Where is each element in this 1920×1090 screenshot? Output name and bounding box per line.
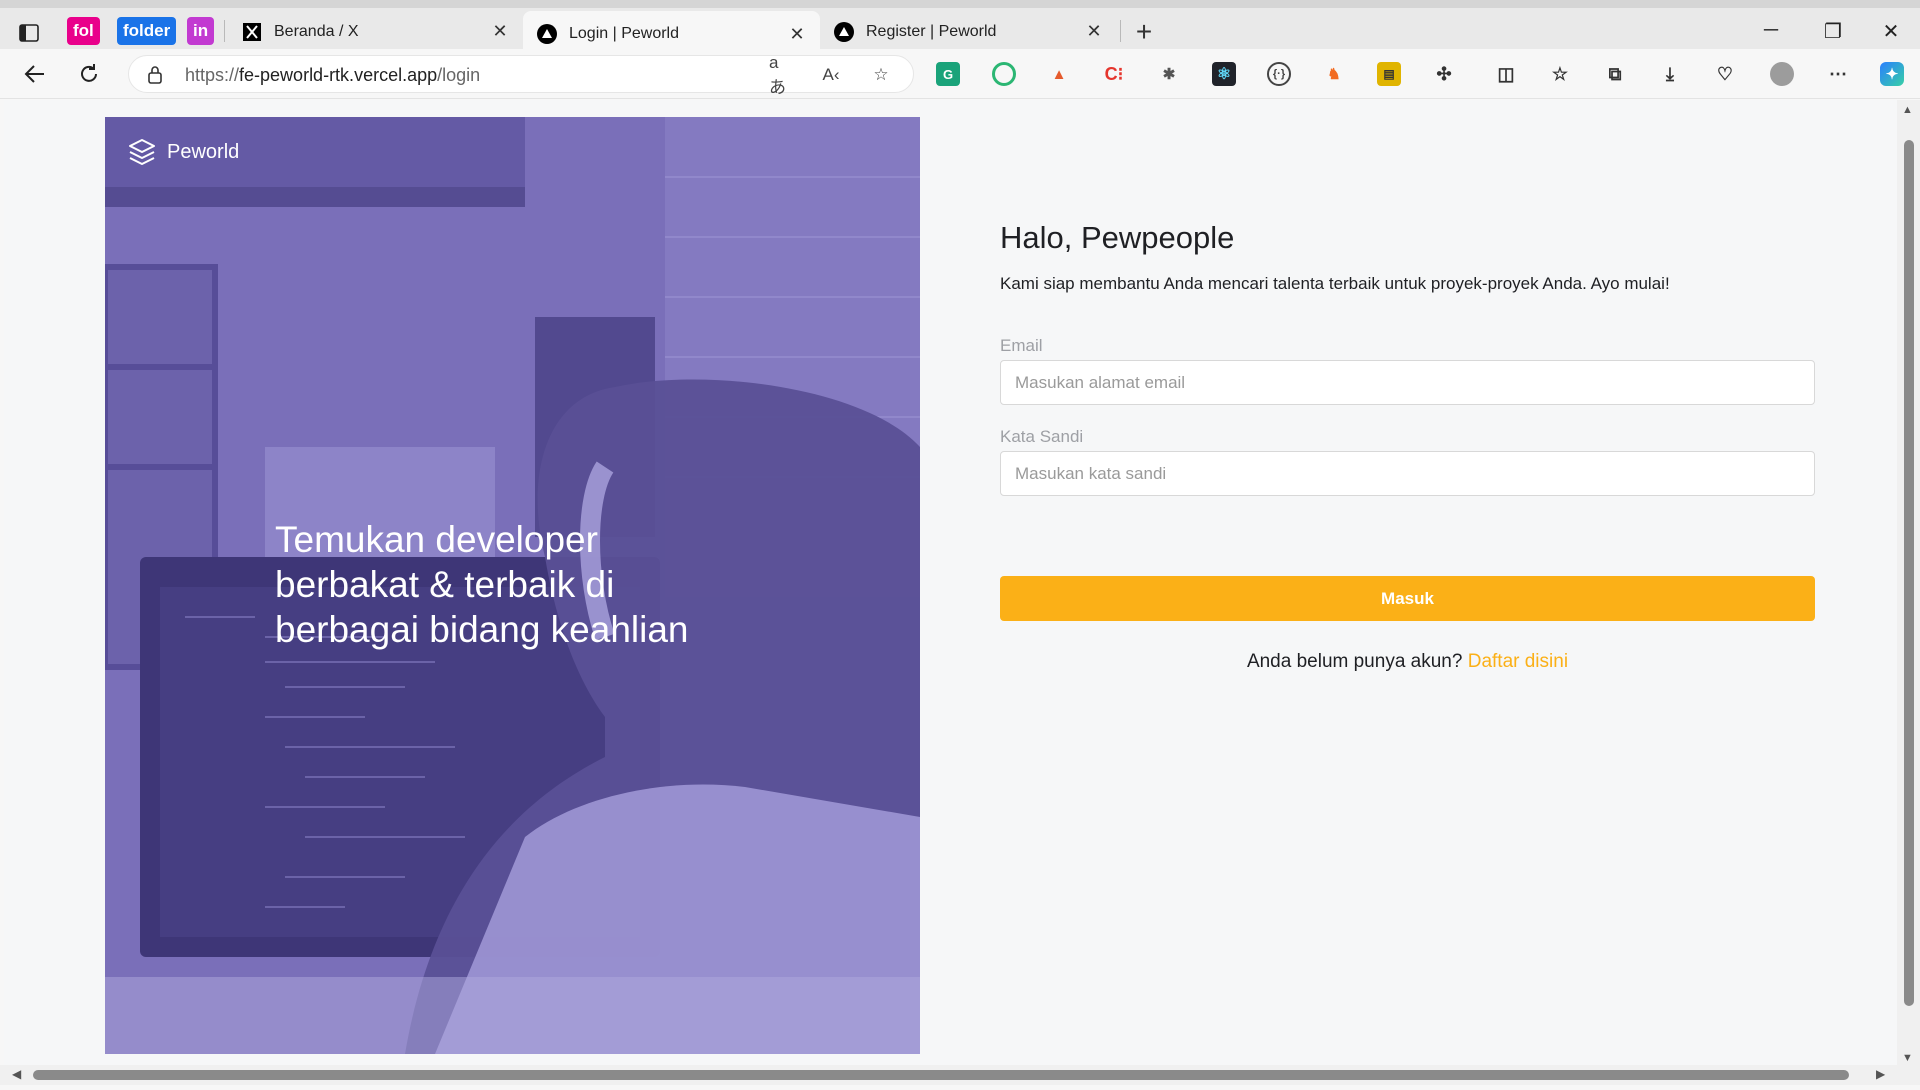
scroll-down-icon[interactable]: ▼ bbox=[1902, 1052, 1913, 1064]
favorite-star-icon[interactable]: ☆ bbox=[869, 64, 893, 86]
tab-title: Beranda / X bbox=[274, 22, 359, 40]
login-button[interactable]: Masuk bbox=[1000, 576, 1815, 621]
tab-register-peworld[interactable]: Register | Peworld ✕ bbox=[820, 11, 1117, 52]
extension-c-icon[interactable]: C⁝ bbox=[1102, 62, 1126, 86]
horizontal-scroll-thumb[interactable] bbox=[33, 1070, 1849, 1080]
register-prompt-text: Anda belum punya akun? bbox=[1246, 651, 1463, 672]
hero-tagline: Temukan developer berbakat & terbaik di … bbox=[275, 519, 689, 650]
profile-avatar[interactable] bbox=[1770, 62, 1794, 86]
read-aloud-icon[interactable]: A‹ bbox=[819, 64, 843, 86]
extension-triangle-icon[interactable]: ▲ bbox=[1047, 62, 1071, 86]
more-menu-icon[interactable]: ⋯ bbox=[1826, 62, 1850, 86]
downloads-icon[interactable]: ⤓ bbox=[1658, 62, 1682, 86]
vercel-icon bbox=[537, 24, 557, 44]
url-prefix: https:// bbox=[185, 65, 240, 85]
pinned-tab-in[interactable]: in bbox=[187, 17, 215, 45]
extension-code-icon[interactable]: {·} bbox=[1267, 62, 1291, 86]
page-viewport: Peworld Temukan developer berbakat & ter… bbox=[4, 100, 1897, 1072]
close-tab-icon[interactable]: ✕ bbox=[788, 24, 806, 45]
lock-icon bbox=[147, 65, 163, 90]
horizontal-scrollbar[interactable]: ◀ ▶ bbox=[0, 1065, 1920, 1085]
tab-divider bbox=[1120, 20, 1121, 42]
scroll-right-icon[interactable]: ▶ bbox=[1876, 1067, 1885, 1081]
browser-window: fol folder in Beranda / X ✕ Login | Pewo… bbox=[0, 0, 1920, 1090]
back-button[interactable] bbox=[18, 59, 52, 89]
extension-grammarly-icon[interactable]: G bbox=[936, 62, 960, 86]
url-text[interactable]: https://fe-peworld-rtk.vercel.app/login bbox=[185, 65, 480, 86]
login-form: Halo, Pewpeople Kami siap membantu Anda … bbox=[1000, 220, 1815, 673]
tab-strip: fol folder in Beranda / X ✕ Login | Pewo… bbox=[0, 0, 1920, 57]
register-prompt: Anda belum punya akun? Daftar disini bbox=[1000, 651, 1815, 673]
close-window-icon[interactable]: ✕ bbox=[1868, 19, 1914, 44]
layers-icon bbox=[129, 139, 155, 165]
url-path: /login bbox=[437, 65, 481, 85]
scroll-left-icon[interactable]: ◀ bbox=[12, 1067, 21, 1081]
extension-fox-icon[interactable]: ♞ bbox=[1322, 62, 1346, 86]
address-bar[interactable]: https://fe-peworld-rtk.vercel.app/login … bbox=[128, 53, 914, 97]
tab-title: Login | Peworld bbox=[569, 25, 679, 42]
tab-divider bbox=[224, 20, 225, 42]
password-input[interactable] bbox=[1000, 451, 1815, 496]
collections-icon[interactable]: ⧉ bbox=[1603, 62, 1627, 86]
pinned-tab-fol[interactable]: fol bbox=[67, 17, 100, 45]
browser-essentials-icon[interactable]: ♡ bbox=[1713, 62, 1737, 86]
page-subtitle: Kami siap membantu Anda mencari talenta … bbox=[1000, 274, 1670, 293]
extension-circle-icon[interactable] bbox=[992, 62, 1016, 86]
navigation-bar: https://fe-peworld-rtk.vercel.app/login … bbox=[0, 49, 1920, 99]
page-title: Halo, Pewpeople bbox=[1000, 220, 1235, 255]
minimize-icon[interactable]: ─ bbox=[1748, 19, 1794, 42]
close-tab-icon[interactable]: ✕ bbox=[1085, 21, 1103, 42]
vertical-scroll-thumb[interactable] bbox=[1904, 140, 1914, 1006]
split-screen-icon[interactable]: ◫ bbox=[1494, 62, 1518, 86]
brand-name: Peworld bbox=[167, 140, 240, 163]
new-tab-button[interactable]: + bbox=[1128, 17, 1160, 49]
register-link[interactable]: Daftar disini bbox=[1468, 651, 1568, 672]
restore-icon[interactable]: ❐ bbox=[1810, 19, 1856, 44]
tab-title: Register | Peworld bbox=[866, 22, 997, 40]
hero-panel: Peworld Temukan developer berbakat & ter… bbox=[105, 117, 920, 1054]
tab-beranda-x[interactable]: Beranda / X ✕ bbox=[228, 11, 523, 52]
brand-logo[interactable]: Peworld bbox=[127, 137, 239, 167]
vercel-icon bbox=[834, 21, 854, 42]
email-label: Email bbox=[1000, 336, 1043, 355]
vertical-scrollbar[interactable]: ▲ ▼ bbox=[1897, 100, 1920, 1072]
extensions-puzzle-icon[interactable]: ✣ bbox=[1432, 62, 1456, 86]
x-logo-icon bbox=[242, 22, 262, 42]
url-host: fe-peworld-rtk.vercel.app bbox=[239, 65, 438, 85]
password-label: Kata Sandi bbox=[1000, 427, 1084, 446]
extension-folder-icon[interactable]: ▤ bbox=[1377, 62, 1401, 86]
scroll-up-icon[interactable]: ▲ bbox=[1902, 104, 1913, 116]
close-tab-icon[interactable]: ✕ bbox=[491, 21, 509, 42]
refresh-button[interactable] bbox=[72, 59, 106, 89]
tab-actions-icon[interactable] bbox=[14, 18, 44, 48]
copilot-icon[interactable]: ✦ bbox=[1880, 62, 1904, 86]
email-input[interactable] bbox=[1000, 360, 1815, 405]
translate-icon[interactable]: aあ bbox=[769, 53, 793, 97]
extension-react-icon[interactable]: ⚛ bbox=[1212, 62, 1236, 86]
favorites-icon[interactable]: ☆ bbox=[1548, 62, 1572, 86]
pinned-tab-folder[interactable]: folder bbox=[117, 17, 177, 45]
extension-bug-icon[interactable]: ✱ bbox=[1157, 62, 1181, 86]
